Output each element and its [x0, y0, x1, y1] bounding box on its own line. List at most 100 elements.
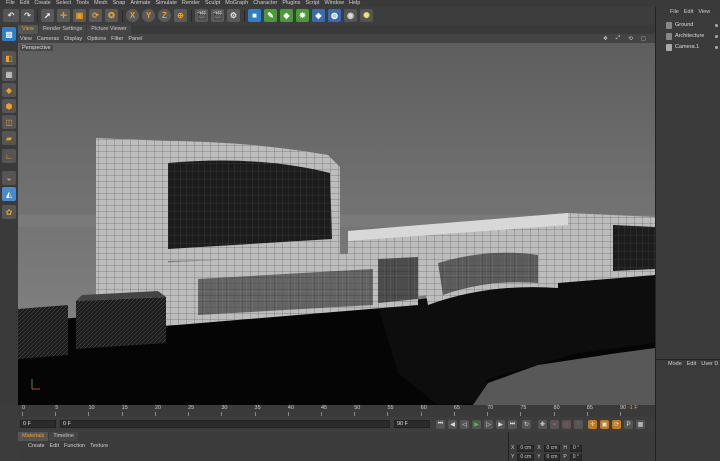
scale-icon[interactable]: ▣	[73, 9, 86, 22]
subdivision-icon[interactable]: ◆	[280, 9, 293, 22]
viewport-camera-label[interactable]: Perspective	[20, 45, 53, 51]
next-key-icon[interactable]: ▶	[496, 420, 505, 429]
end-frame-field[interactable]: 90 F	[394, 420, 430, 428]
make-editable-icon[interactable]: ▩	[2, 27, 16, 41]
axis-x-button[interactable]: X	[126, 9, 139, 22]
om-menu-file[interactable]: File	[670, 9, 679, 15]
menu-tools[interactable]: Tools	[76, 0, 94, 7]
tab-timeline[interactable]: Timeline	[49, 432, 78, 441]
loop-icon[interactable]: ↻	[522, 420, 531, 429]
axis-mode-icon[interactable]: ∟	[2, 149, 16, 163]
rotation-p-field[interactable]: 0 °	[569, 453, 582, 461]
previous-frame-icon[interactable]: ◁	[460, 420, 469, 429]
menu-animate[interactable]: Animate	[130, 0, 155, 7]
current-frame-field[interactable]: 0 F	[20, 420, 56, 428]
polygon-mode-icon[interactable]: ▰	[2, 131, 16, 145]
tab-view[interactable]: View	[18, 25, 38, 34]
size-y-field[interactable]: 0 cm	[543, 453, 561, 461]
point-mode-icon[interactable]: ⬢	[2, 99, 16, 113]
scale-key-icon[interactable]: ▣	[600, 420, 609, 429]
rotate-icon[interactable]: ⟳	[89, 9, 102, 22]
menu-sculpt[interactable]: Sculpt	[205, 0, 225, 7]
menu-create[interactable]: Create	[34, 0, 56, 7]
menu-mograph[interactable]: MoGraph	[225, 0, 253, 7]
keyframe-selection-icon[interactable]: ✥	[538, 420, 547, 429]
vp-menu-options[interactable]: Options	[87, 36, 111, 42]
render-picture-viewer-icon[interactable]: 🎬	[211, 9, 224, 22]
position-y-field[interactable]: 0 cm	[517, 453, 535, 461]
array-icon[interactable]: ✸	[296, 9, 309, 22]
position-x-field[interactable]: 0 cm	[517, 444, 535, 452]
orbit-icon[interactable]: ⟲	[628, 36, 638, 42]
undo-icon[interactable]: ↶	[3, 9, 19, 22]
axis-z-button[interactable]: Z	[158, 9, 171, 22]
move-icon[interactable]: ✛	[57, 9, 70, 22]
timeline-ruler[interactable]: 0 5 10 15 20 25 30 35 40 45 50 55 60 65 70 75 80 85 90 -1 F	[18, 405, 655, 417]
axis-y-button[interactable]: Y	[142, 9, 155, 22]
go-to-start-icon[interactable]: ⏮	[436, 420, 445, 429]
environment-icon[interactable]: ◍	[328, 9, 341, 22]
size-x-field[interactable]: 0 cm	[543, 444, 561, 452]
menu-mesh[interactable]: Mesh	[94, 0, 112, 7]
menu-render[interactable]: Render	[182, 0, 205, 7]
menu-script[interactable]: Script	[305, 0, 324, 7]
texture-mode-icon[interactable]: ◆	[2, 83, 16, 97]
tab-materials[interactable]: Materials	[18, 432, 49, 441]
object-row-architecture[interactable]: Architecture	[666, 31, 704, 41]
menu-help[interactable]: Help	[349, 0, 365, 7]
om-menu-view[interactable]: View	[698, 9, 710, 15]
vp-menu-view[interactable]: View	[20, 36, 37, 42]
camera-icon[interactable]: ◉	[344, 9, 357, 22]
cube-object-icon[interactable]: ■	[248, 9, 261, 22]
tab-picture-viewer[interactable]: Picture Viewer	[87, 25, 131, 34]
go-to-end-icon[interactable]: ⏭	[508, 420, 517, 429]
am-menu-edit[interactable]: Edit	[687, 361, 696, 367]
mat-menu-function[interactable]: Function	[64, 443, 85, 449]
mat-menu-texture[interactable]: Texture	[90, 443, 108, 449]
param-key-icon[interactable]: P	[624, 420, 633, 429]
tab-render-settings[interactable]: Render Settings	[38, 25, 87, 34]
key-help-icon[interactable]: ?	[574, 420, 583, 429]
om-menu-edit[interactable]: Edit	[684, 9, 693, 15]
visibility-dot-icon[interactable]	[715, 24, 718, 27]
render-settings-icon[interactable]: ⚙	[227, 9, 240, 22]
previous-key-icon[interactable]: ◀	[448, 420, 457, 429]
menu-edit[interactable]: Edit	[20, 0, 34, 7]
autokey-icon[interactable]: ◎	[562, 420, 571, 429]
object-row-ground[interactable]: Ground	[666, 20, 693, 30]
vp-menu-panel[interactable]: Panel	[128, 36, 147, 42]
vp-menu-filter[interactable]: Filter	[111, 36, 128, 42]
snap-icon[interactable]: ◒	[2, 171, 16, 185]
object-row-camera[interactable]: Camera.1	[666, 42, 699, 52]
model-mode-icon[interactable]: ◧	[2, 51, 16, 65]
menu-file[interactable]: File	[6, 0, 20, 7]
menu-snap[interactable]: Snap	[112, 0, 130, 7]
menu-plugins[interactable]: Plugins	[282, 0, 305, 7]
move-key-icon[interactable]: ✛	[588, 420, 597, 429]
maximize-icon[interactable]: ▢	[641, 36, 651, 42]
menu-window[interactable]: Window	[324, 0, 349, 7]
vp-menu-cameras[interactable]: Cameras	[37, 36, 64, 42]
visibility-dot-icon[interactable]	[715, 35, 718, 38]
pan-icon[interactable]: ✥	[603, 36, 613, 42]
edge-mode-icon[interactable]: ◫	[2, 115, 16, 129]
pla-key-icon[interactable]: ▦	[636, 420, 645, 429]
am-menu-mode[interactable]: Mode	[668, 361, 682, 367]
coordinate-system-icon[interactable]: ⊕	[174, 9, 187, 22]
zoom-icon[interactable]: ⤢	[616, 35, 625, 42]
render-view-icon[interactable]: 🎬	[195, 9, 208, 22]
menu-character[interactable]: Character	[253, 0, 282, 7]
am-menu-user-data[interactable]: User D	[701, 361, 718, 367]
next-frame-icon[interactable]: ▷	[484, 420, 493, 429]
deformer-icon[interactable]: ◈	[312, 9, 325, 22]
workplane-icon[interactable]: ◭	[2, 187, 16, 201]
redo-icon[interactable]: ↷	[21, 9, 34, 22]
visibility-dot-icon[interactable]	[715, 46, 718, 49]
rotate-key-icon[interactable]: ⟳	[612, 420, 621, 429]
menu-select[interactable]: Select	[56, 0, 76, 7]
viewport[interactable]: Perspective	[18, 43, 655, 405]
mat-menu-create[interactable]: Create	[28, 443, 45, 449]
menu-simulate[interactable]: Simulate	[156, 0, 182, 7]
pen-spline-icon[interactable]: ✎	[264, 9, 277, 22]
lock-workplane-icon[interactable]: ✿	[2, 205, 16, 219]
